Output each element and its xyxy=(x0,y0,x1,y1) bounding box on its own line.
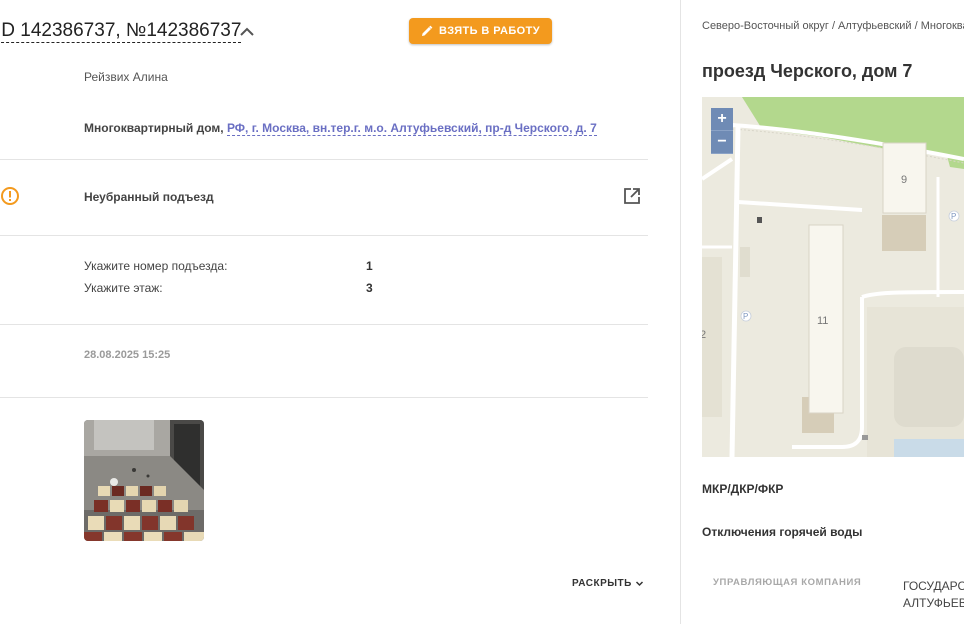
zoom-in-button[interactable]: + xyxy=(711,108,733,131)
field-value-entrance: 1 xyxy=(366,259,373,273)
request-title[interactable]: ID 142386737, №142386737 xyxy=(0,20,242,43)
management-company-line-2: АЛТУФЬЕВСКИЙ xyxy=(903,596,964,610)
object-map[interactable]: 9 11 2 P P + − xyxy=(702,97,964,457)
take-to-work-button[interactable]: ВЗЯТЬ В РАБОТУ xyxy=(409,18,552,44)
warning-icon xyxy=(1,187,19,205)
field-label-floor: Укажите этаж: xyxy=(84,281,163,295)
zoom-out-button[interactable]: − xyxy=(711,131,733,154)
open-in-new-icon[interactable] xyxy=(622,186,642,206)
repair-program-label: МКР/ДКР/ФКР xyxy=(702,482,784,496)
parking-marker: P xyxy=(951,212,956,221)
chevron-down-icon xyxy=(635,581,643,587)
management-company-label: УПРАВЛЯЮЩАЯ КОМПАНИЯ xyxy=(713,577,862,588)
building-label-11: 11 xyxy=(817,315,828,327)
field-label-entrance: Укажите номер подъезда: xyxy=(84,259,228,273)
field-value-floor: 3 xyxy=(366,281,373,295)
chevron-up-icon[interactable] xyxy=(238,24,256,40)
request-category: Неубранный подъезд xyxy=(84,190,214,204)
building-label-2: 2 xyxy=(702,329,706,341)
divider xyxy=(0,159,648,160)
expand-button[interactable]: РАСКРЫТЬ xyxy=(572,578,644,589)
object-type: Многоквартирный дом, xyxy=(84,121,224,135)
building-label-9: 9 xyxy=(901,174,907,186)
hot-water-outage-label: Отключения горячей воды xyxy=(702,525,863,539)
pencil-icon xyxy=(422,25,433,36)
expand-label: РАСКРЫТЬ xyxy=(572,578,632,589)
address-link[interactable]: РФ, г. Москва, вн.тер.г. м.о. Алтуфьевск… xyxy=(226,121,597,136)
request-date: 28.08.2025 15:25 xyxy=(84,349,171,361)
divider xyxy=(0,235,648,236)
attachment-photo[interactable] xyxy=(84,420,204,541)
request-card: ID 142386737, №142386737 ВЗЯТЬ В РАБОТУ … xyxy=(0,0,680,624)
take-to-work-label: ВЗЯТЬ В РАБОТУ xyxy=(439,25,540,37)
parking-marker: P xyxy=(743,312,748,321)
object-address: Многоквартирный дом, РФ, г. Москва, вн.т… xyxy=(84,121,597,136)
divider xyxy=(0,324,648,325)
author-name: Рейзвих Алина xyxy=(84,70,168,84)
divider xyxy=(0,397,648,398)
management-company-value: ГОСУДАРСТВЕННОЕ АЛТУФЬЕВСКИЙ xyxy=(903,578,964,612)
management-company-line-1: ГОСУДАРСТВЕННОЕ xyxy=(903,579,964,593)
map-zoom-controls: + − xyxy=(711,108,733,154)
breadcrumb[interactable]: Северо-Восточный округ / Алтуфьевский / … xyxy=(702,20,964,32)
object-panel: Северо-Восточный округ / Алтуфьевский / … xyxy=(681,0,964,624)
object-address-title: проезд Черского, дом 7 xyxy=(702,61,913,81)
